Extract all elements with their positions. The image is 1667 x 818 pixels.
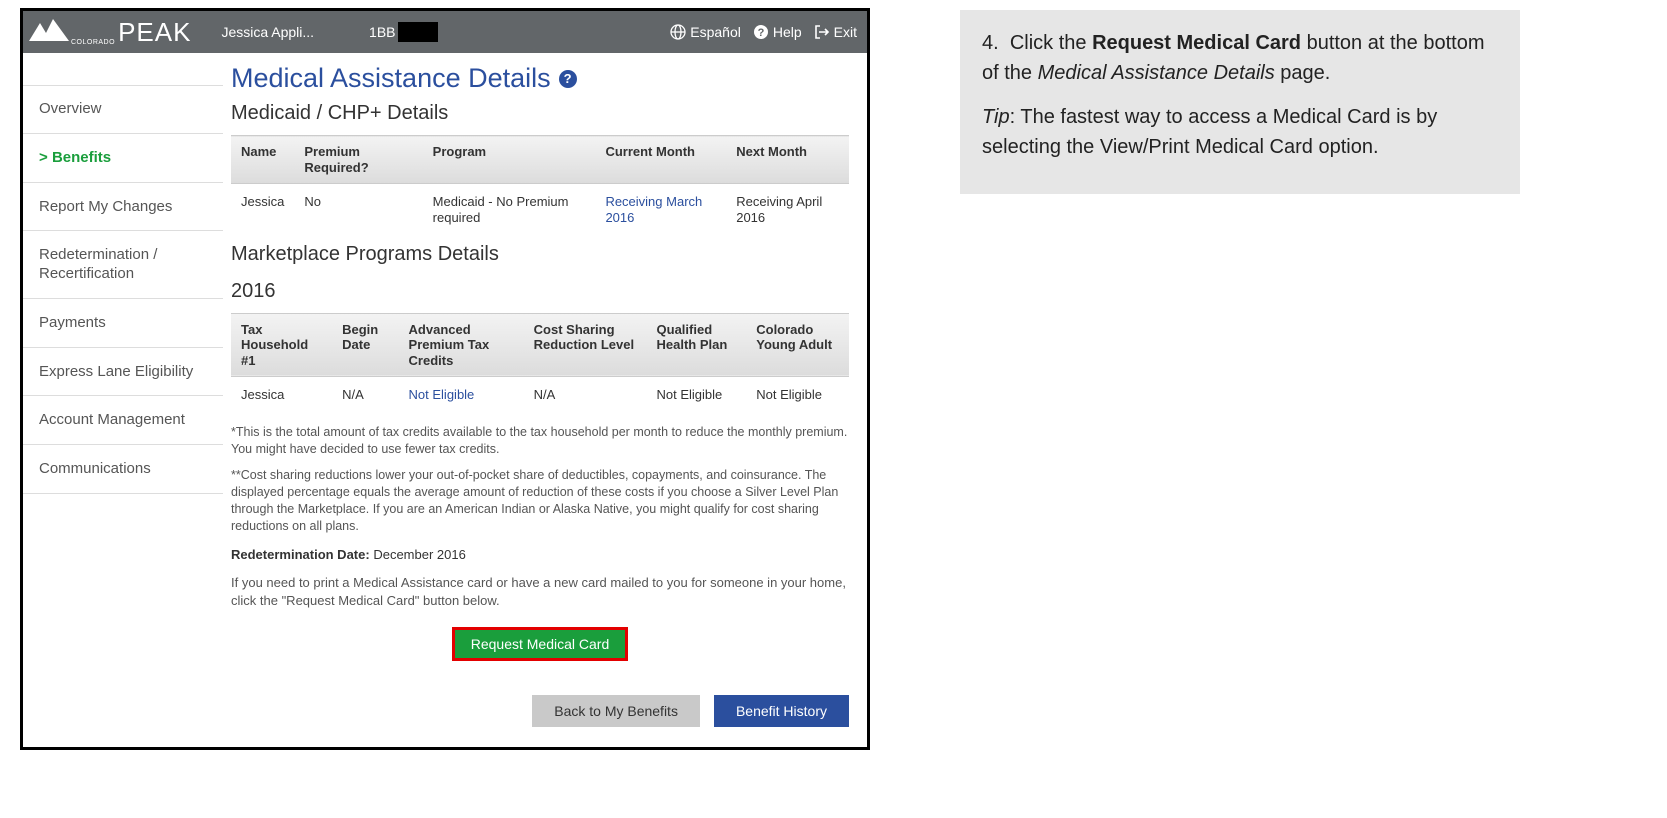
marketplace-table: Tax Household #1 Begin Date Advanced Pre… — [231, 313, 849, 414]
sidebar-item-account-mgmt[interactable]: Account Management — [23, 396, 223, 445]
page-help-icon[interactable]: ? — [559, 70, 577, 88]
col-name: Name — [231, 136, 294, 184]
logo-small-text: COLORADO — [71, 39, 115, 46]
col-begin-date: Begin Date — [332, 313, 398, 377]
username: Jessica Appli... — [221, 24, 314, 40]
redaction-block — [398, 22, 438, 42]
help-icon: ? — [753, 24, 769, 40]
peak-logo: COLORADO PEAK — [29, 17, 191, 48]
current-month-link[interactable]: Receiving March 2016 — [605, 194, 702, 225]
step-4-text: 4. Click the Request Medical Card button… — [982, 28, 1498, 88]
col-current-month: Current Month — [595, 136, 726, 184]
globe-icon — [670, 24, 686, 40]
back-to-benefits-button[interactable]: Back to My Benefits — [532, 695, 700, 727]
col-next-month: Next Month — [726, 136, 849, 184]
bottom-button-row: Back to My Benefits Benefit History — [231, 695, 849, 727]
table-row: Jessica No Medicaid - No Premium require… — [231, 184, 849, 237]
year-heading: 2016 — [231, 280, 849, 303]
topbar: COLORADO PEAK Jessica Appli... 1BB Españ… — [23, 11, 867, 53]
instruction-callout: 4. Click the Request Medical Card button… — [960, 10, 1520, 194]
footnote-tax-credits: *This is the total amount of tax credits… — [231, 424, 849, 458]
sidebar-item-communications[interactable]: Communications — [23, 445, 223, 494]
sidebar-item-redetermination[interactable]: Redetermination / Recertification — [23, 231, 223, 299]
col-premium: Premium Required? — [294, 136, 422, 184]
sidebar-item-payments[interactable]: Payments — [23, 299, 223, 348]
sidebar-item-overview[interactable]: Overview — [23, 85, 223, 134]
sidebar-item-express-lane[interactable]: Express Lane Eligibility — [23, 348, 223, 397]
col-qhp: Qualified Health Plan — [647, 313, 747, 377]
exit-icon — [814, 24, 830, 40]
tip-text: Tip: The fastest way to access a Medical… — [982, 102, 1498, 162]
case-id: 1BB — [369, 22, 437, 42]
exit-link[interactable]: Exit — [814, 24, 857, 40]
col-cya: Colorado Young Adult — [746, 313, 849, 377]
col-tax-household: Tax Household #1 — [231, 313, 332, 377]
aptc-link[interactable]: Not Eligible — [409, 387, 475, 402]
help-link[interactable]: ? Help — [753, 24, 802, 40]
app-screenshot: COLORADO PEAK Jessica Appli... 1BB Españ… — [20, 8, 870, 750]
col-aptc: Advanced Premium Tax Credits — [399, 313, 524, 377]
medicaid-section-heading: Medicaid / CHP+ Details — [231, 102, 849, 125]
col-csr: Cost Sharing Reduction Level — [524, 313, 647, 377]
espanol-link[interactable]: Español — [670, 24, 741, 40]
request-card-instructions: If you need to print a Medical Assistanc… — [231, 574, 849, 609]
sidebar-item-report-changes[interactable]: Report My Changes — [23, 183, 223, 232]
col-program: Program — [423, 136, 596, 184]
page-title: Medical Assistance Details ? — [231, 63, 849, 94]
sidebar: Overview Benefits Report My Changes Rede… — [23, 53, 223, 747]
medicaid-table: Name Premium Required? Program Current M… — [231, 135, 849, 237]
redetermination-date: Redetermination Date: December 2016 — [231, 547, 849, 562]
marketplace-section-heading: Marketplace Programs Details — [231, 243, 849, 266]
mountain-icon — [29, 19, 69, 41]
svg-text:?: ? — [757, 27, 764, 39]
benefit-history-button[interactable]: Benefit History — [714, 695, 849, 727]
footnote-csr: **Cost sharing reductions lower your out… — [231, 467, 849, 535]
request-medical-card-button[interactable]: Request Medical Card — [452, 627, 629, 661]
logo-main-text: PEAK — [118, 17, 191, 48]
sidebar-item-benefits[interactable]: Benefits — [23, 134, 223, 183]
table-row: Jessica N/A Not Eligible N/A Not Eligibl… — [231, 377, 849, 414]
main-content: Medical Assistance Details ? Medicaid / … — [223, 53, 867, 747]
